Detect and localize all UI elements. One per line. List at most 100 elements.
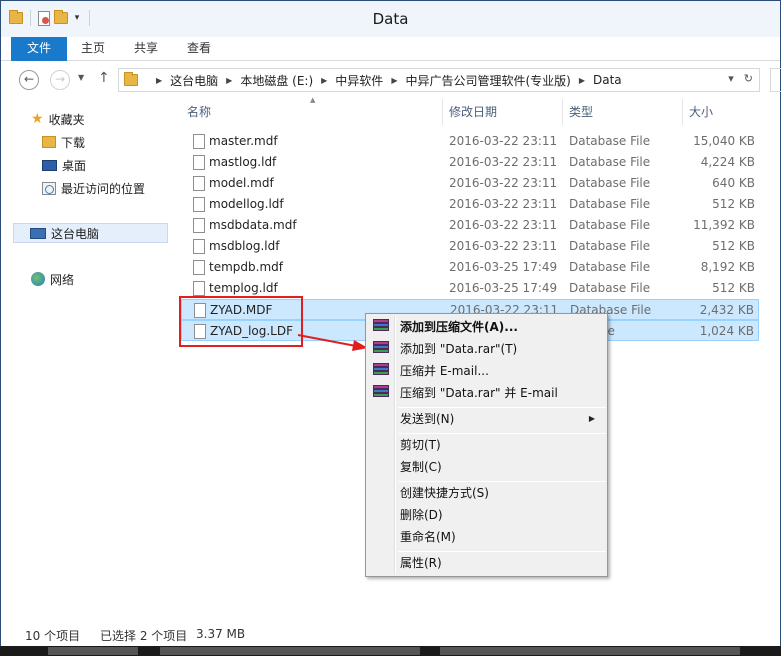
file-size: 11,392 KB (693, 218, 755, 232)
nav-label: 最近访问的位置 (61, 181, 146, 196)
file-row[interactable]: master.mdf 2016-03-22 23:11 Database File 1… (181, 131, 759, 152)
breadcrumb-software[interactable]: 中异广告公司管理软件(专业版) (405, 72, 570, 89)
file-size: 512 KB (712, 281, 755, 295)
recent-locations-chevron-icon[interactable]: ▼ (78, 73, 84, 82)
file-size: 1,024 KB (699, 324, 754, 338)
tab-file[interactable]: 文件 (11, 37, 67, 61)
column-header-date[interactable]: 修改日期 (443, 99, 563, 125)
nav-item-desktop[interactable]: 桌面 (42, 155, 86, 175)
file-row[interactable]: msdblog.ldf 2016-03-22 23:11 Database File… (181, 236, 759, 257)
file-type: Database File (569, 239, 651, 253)
file-icon (193, 155, 205, 170)
desktop-icon (42, 159, 57, 171)
menu-item-send-to[interactable]: 发送到(N) ▶ (368, 408, 605, 430)
context-menu: 添加到压缩文件(A)... 添加到 "Data.rar"(T) 压缩并 E-ma… (365, 313, 608, 577)
search-input[interactable] (770, 68, 781, 92)
nav-label: 桌面 (62, 158, 87, 173)
status-item-count: 10 个项目 (25, 629, 81, 643)
address-dropdown-icon[interactable]: ▾ (728, 72, 734, 85)
breadcrumb-zhongyi[interactable]: 中异软件 (335, 72, 383, 89)
menu-item-label: 发送到(N) (400, 412, 455, 426)
menu-item-add-to-data-rar[interactable]: 添加到 "Data.rar"(T) (368, 338, 605, 360)
chevron-right-icon[interactable]: ▶ (391, 76, 397, 85)
network-icon (31, 272, 45, 286)
file-type: Database File (569, 155, 651, 169)
column-header-type[interactable]: 类型 (563, 99, 683, 125)
file-type: Database File (569, 134, 651, 148)
file-name: templog.ldf (209, 281, 278, 295)
file-icon (193, 239, 205, 254)
window-title: Data (372, 10, 409, 28)
explorer-window: ▾ Data 文件 主页 共享 查看 ← → ▼ ↑ ▶ 这台电脑 ▶ 本地磁盘… (0, 0, 781, 646)
menu-item-rename[interactable]: 重命名(M) (368, 526, 605, 548)
file-type: Database File (569, 197, 651, 211)
chevron-right-icon[interactable]: ▶ (226, 76, 232, 85)
status-selection-count: 已选择 2 个项目 (100, 629, 188, 643)
file-row[interactable]: model.mdf 2016-03-22 23:11 Database File 64… (181, 173, 759, 194)
chevron-right-icon[interactable]: ▶ (579, 76, 585, 85)
breadcrumb-data[interactable]: Data (593, 73, 622, 87)
menu-item-compress-to-rar-and-email[interactable]: 压缩到 "Data.rar" 并 E-mail (368, 382, 605, 404)
folder-icon (124, 72, 138, 86)
ribbon-tabs: 文件 主页 共享 查看 (1, 37, 780, 61)
file-row[interactable]: modellog.ldf 2016-03-22 23:11 Database Fil… (181, 194, 759, 215)
tab-home[interactable]: 主页 (69, 37, 117, 61)
winrar-icon (373, 363, 389, 379)
nav-item-favorites[interactable]: ★ 收藏夹 (31, 109, 85, 129)
navigation-pane: ★ 收藏夹 下载 桌面 最近访问的位置 这台电脑 网络 (1, 99, 169, 619)
address-actions: ▾ ↻ (728, 72, 753, 85)
menu-item-delete[interactable]: 删除(D) (368, 504, 605, 526)
file-icon (193, 197, 205, 212)
menu-item-add-to-archive[interactable]: 添加到压缩文件(A)... (368, 316, 605, 338)
file-icon (193, 281, 205, 296)
menu-item-compress-and-email[interactable]: 压缩并 E-mail... (368, 360, 605, 382)
status-bar: 10 个项目 已选择 2 个项目 3.37 MB (1, 624, 780, 646)
file-row[interactable]: msdbdata.mdf 2016-03-22 23:11 Database Fil… (181, 215, 759, 236)
file-size: 512 KB (712, 239, 755, 253)
chevron-right-icon[interactable]: ▶ (321, 76, 327, 85)
breadcrumb-this-pc[interactable]: 这台电脑 (170, 72, 218, 89)
nav-item-this-pc[interactable]: 这台电脑 (13, 223, 168, 243)
tab-share[interactable]: 共享 (122, 37, 170, 61)
file-name: mastlog.ldf (209, 155, 277, 169)
file-size: 8,192 KB (700, 260, 755, 274)
column-header-size[interactable]: 大小 (683, 99, 759, 125)
column-header-name[interactable]: 名称 (181, 99, 443, 125)
nav-item-recent[interactable]: 最近访问的位置 (42, 178, 145, 198)
file-type: Database File (569, 218, 651, 232)
file-name: model.mdf (209, 176, 274, 190)
menu-item-label: 添加到 "Data.rar"(T) (400, 342, 518, 356)
menu-item-label: 创建快捷方式(S) (400, 486, 489, 500)
menu-item-create-shortcut[interactable]: 创建快捷方式(S) (368, 482, 605, 504)
file-name: msdblog.ldf (209, 239, 280, 253)
address-bar[interactable]: ▶ 这台电脑 ▶ 本地磁盘 (E:) ▶ 中异软件 ▶ 中异广告公司管理软件(专… (118, 68, 760, 92)
menu-item-properties[interactable]: 属性(R) (368, 552, 605, 574)
breadcrumb-drive-e[interactable]: 本地磁盘 (E:) (240, 72, 313, 89)
file-size: 4,224 KB (700, 155, 755, 169)
tab-view[interactable]: 查看 (175, 37, 223, 61)
file-size: 640 KB (712, 176, 755, 190)
up-arrow-icon[interactable]: ↑ (98, 70, 110, 86)
file-date: 2016-03-25 17:49 (449, 281, 558, 295)
nav-item-downloads[interactable]: 下载 (42, 132, 85, 152)
submenu-arrow-icon: ▶ (588, 414, 595, 423)
file-date: 2016-03-25 17:49 (449, 260, 558, 274)
nav-item-network[interactable]: 网络 (31, 269, 74, 289)
menu-item-copy[interactable]: 复制(C) (368, 456, 605, 478)
file-icon (193, 218, 205, 233)
file-date: 2016-03-22 23:11 (449, 176, 558, 190)
title-bar: ▾ Data (1, 1, 780, 37)
file-type: Database File (569, 281, 651, 295)
menu-item-cut[interactable]: 剪切(T) (368, 434, 605, 456)
refresh-icon[interactable]: ↻ (744, 72, 753, 85)
background-strip (0, 646, 781, 656)
nav-label: 下载 (61, 135, 86, 150)
chevron-right-icon[interactable]: ▶ (156, 76, 162, 85)
recent-places-icon (42, 181, 56, 195)
forward-arrow-icon[interactable]: → (50, 70, 70, 90)
file-row[interactable]: tempdb.mdf 2016-03-25 17:49 Database File 8… (181, 257, 759, 278)
file-date: 2016-03-22 23:11 (449, 134, 558, 148)
file-row[interactable]: mastlog.ldf 2016-03-22 23:11 Database File… (181, 152, 759, 173)
back-arrow-icon[interactable]: ← (19, 70, 39, 90)
annotation-highlight-box (179, 296, 303, 347)
